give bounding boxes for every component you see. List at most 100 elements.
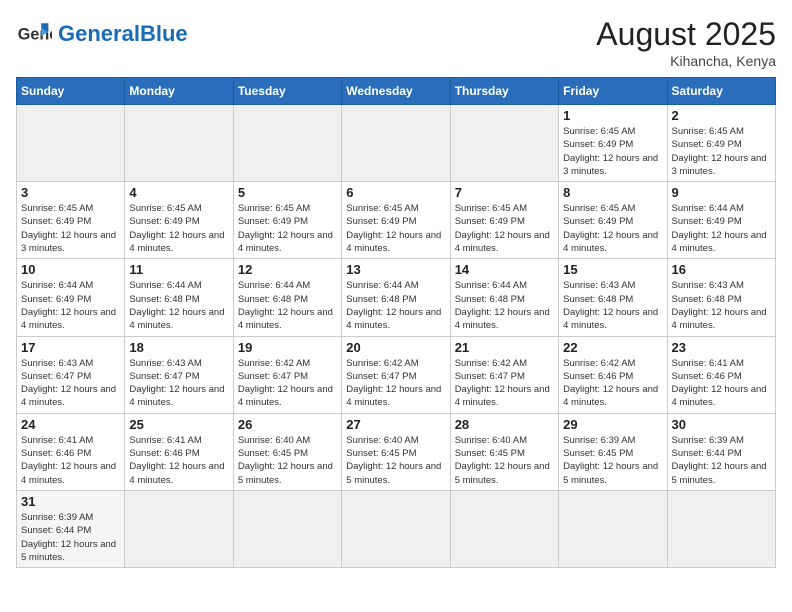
day-info: Sunrise: 6:45 AM Sunset: 6:49 PM Dayligh… <box>563 202 662 255</box>
day-number: 13 <box>346 262 445 277</box>
calendar-cell: 20Sunrise: 6:42 AM Sunset: 6:47 PM Dayli… <box>342 336 450 413</box>
day-info: Sunrise: 6:43 AM Sunset: 6:48 PM Dayligh… <box>672 279 771 332</box>
day-number: 18 <box>129 340 228 355</box>
calendar-cell: 10 Sunrise: 6:44 AM Sunset: 6:49 PM Dayli… <box>17 259 125 336</box>
day-info: Sunrise: 6:41 AM Sunset: 6:46 PM Dayligh… <box>21 434 120 487</box>
calendar-week-2: 3 Sunrise: 6:45 AM Sunset: 6:49 PM Daylig… <box>17 182 776 259</box>
calendar-cell: 8 Sunrise: 6:45 AM Sunset: 6:49 PM Daylig… <box>559 182 667 259</box>
day-info: Sunrise: 6:42 AM Sunset: 6:47 PM Dayligh… <box>346 357 445 410</box>
day-number: 29 <box>563 417 662 432</box>
calendar-cell: 21 Sunrise: 6:42 AM Sunset: 6:47 PM Dayli… <box>450 336 558 413</box>
day-number: 31 <box>21 494 120 509</box>
calendar-cell: 18 Sunrise: 6:43 AM Sunset: 6:47 PM Dayli… <box>125 336 233 413</box>
calendar-cell: 17Sunrise: 6:43 AM Sunset: 6:47 PM Dayli… <box>17 336 125 413</box>
calendar-cell: 14Sunrise: 6:44 AM Sunset: 6:48 PM Dayli… <box>450 259 558 336</box>
day-info: Sunrise: 6:45 AM Sunset: 6:49 PM Dayligh… <box>563 125 662 178</box>
calendar-cell: 24 Sunrise: 6:41 AM Sunset: 6:46 PM Dayli… <box>17 413 125 490</box>
calendar-week-6: 31Sunrise: 6:39 AM Sunset: 6:44 PM Dayli… <box>17 490 776 567</box>
day-number: 23 <box>672 340 771 355</box>
day-info: Sunrise: 6:45 AM Sunset: 6:49 PM Dayligh… <box>455 202 554 255</box>
day-info: Sunrise: 6:44 AM Sunset: 6:49 PM Dayligh… <box>21 279 120 332</box>
day-info: Sunrise: 6:42 AM Sunset: 6:47 PM Dayligh… <box>455 357 554 410</box>
day-info: Sunrise: 6:45 AM Sunset: 6:49 PM Dayligh… <box>238 202 337 255</box>
day-number: 3 <box>21 185 120 200</box>
day-number: 4 <box>129 185 228 200</box>
calendar-cell: 22Sunrise: 6:42 AM Sunset: 6:46 PM Dayli… <box>559 336 667 413</box>
calendar-header-row: SundayMondayTuesdayWednesdayThursdayFrid… <box>17 78 776 105</box>
day-number: 21 <box>455 340 554 355</box>
day-number: 12 <box>238 262 337 277</box>
day-info: Sunrise: 6:44 AM Sunset: 6:48 PM Dayligh… <box>238 279 337 332</box>
calendar-cell <box>450 105 558 182</box>
calendar-cell <box>125 105 233 182</box>
day-number: 6 <box>346 185 445 200</box>
calendar-cell: 7Sunrise: 6:45 AM Sunset: 6:49 PM Daylig… <box>450 182 558 259</box>
calendar-table: SundayMondayTuesdayWednesdayThursdayFrid… <box>16 77 776 568</box>
calendar-cell <box>17 105 125 182</box>
day-number: 27 <box>346 417 445 432</box>
calendar-cell: 15 Sunrise: 6:43 AM Sunset: 6:48 PM Dayli… <box>559 259 667 336</box>
calendar-cell: 29Sunrise: 6:39 AM Sunset: 6:45 PM Dayli… <box>559 413 667 490</box>
calendar-cell: 5 Sunrise: 6:45 AM Sunset: 6:49 PM Daylig… <box>233 182 341 259</box>
title-block: August 2025 Kihancha, Kenya <box>596 16 776 69</box>
calendar-week-5: 24 Sunrise: 6:41 AM Sunset: 6:46 PM Dayli… <box>17 413 776 490</box>
day-info: Sunrise: 6:40 AM Sunset: 6:45 PM Dayligh… <box>238 434 337 487</box>
day-number: 14 <box>455 262 554 277</box>
day-header-tuesday: Tuesday <box>233 78 341 105</box>
day-info: Sunrise: 6:39 AM Sunset: 6:44 PM Dayligh… <box>672 434 771 487</box>
day-number: 15 <box>563 262 662 277</box>
day-info: Sunrise: 6:41 AM Sunset: 6:46 PM Dayligh… <box>129 434 228 487</box>
day-number: 8 <box>563 185 662 200</box>
calendar-cell: 1 Sunrise: 6:45 AM Sunset: 6:49 PM Daylig… <box>559 105 667 182</box>
calendar-cell <box>342 490 450 567</box>
day-info: Sunrise: 6:45 AM Sunset: 6:49 PM Dayligh… <box>129 202 228 255</box>
calendar-cell: 11Sunrise: 6:44 AM Sunset: 6:48 PM Dayli… <box>125 259 233 336</box>
day-number: 24 <box>21 417 120 432</box>
calendar-cell: 28 Sunrise: 6:40 AM Sunset: 6:45 PM Dayli… <box>450 413 558 490</box>
day-info: Sunrise: 6:43 AM Sunset: 6:48 PM Dayligh… <box>563 279 662 332</box>
day-info: Sunrise: 6:45 AM Sunset: 6:49 PM Dayligh… <box>21 202 120 255</box>
calendar-cell: 13Sunrise: 6:44 AM Sunset: 6:48 PM Dayli… <box>342 259 450 336</box>
day-number: 5 <box>238 185 337 200</box>
page-header: General GeneralBlue August 2025 Kihancha… <box>16 16 776 69</box>
day-info: Sunrise: 6:43 AM Sunset: 6:47 PM Dayligh… <box>129 357 228 410</box>
calendar-cell: 23 Sunrise: 6:41 AM Sunset: 6:46 PM Dayli… <box>667 336 775 413</box>
day-number: 19 <box>238 340 337 355</box>
day-number: 30 <box>672 417 771 432</box>
day-info: Sunrise: 6:41 AM Sunset: 6:46 PM Dayligh… <box>672 357 771 410</box>
calendar-cell: 2Sunrise: 6:45 AM Sunset: 6:49 PM Daylig… <box>667 105 775 182</box>
calendar-cell <box>559 490 667 567</box>
calendar-cell: 4 Sunrise: 6:45 AM Sunset: 6:49 PM Daylig… <box>125 182 233 259</box>
calendar-cell: 3 Sunrise: 6:45 AM Sunset: 6:49 PM Daylig… <box>17 182 125 259</box>
logo: General GeneralBlue <box>16 16 188 52</box>
day-number: 2 <box>672 108 771 123</box>
day-number: 28 <box>455 417 554 432</box>
day-info: Sunrise: 6:43 AM Sunset: 6:47 PM Dayligh… <box>21 357 120 410</box>
calendar-cell <box>667 490 775 567</box>
calendar-week-3: 10 Sunrise: 6:44 AM Sunset: 6:49 PM Dayli… <box>17 259 776 336</box>
calendar-cell <box>233 490 341 567</box>
day-number: 16 <box>672 262 771 277</box>
calendar-cell: 30 Sunrise: 6:39 AM Sunset: 6:44 PM Dayli… <box>667 413 775 490</box>
calendar-cell: 9Sunrise: 6:44 AM Sunset: 6:49 PM Daylig… <box>667 182 775 259</box>
day-number: 10 <box>21 262 120 277</box>
day-number: 9 <box>672 185 771 200</box>
calendar-week-1: 1 Sunrise: 6:45 AM Sunset: 6:49 PM Daylig… <box>17 105 776 182</box>
day-info: Sunrise: 6:40 AM Sunset: 6:45 PM Dayligh… <box>346 434 445 487</box>
calendar-week-4: 17Sunrise: 6:43 AM Sunset: 6:47 PM Dayli… <box>17 336 776 413</box>
location-subtitle: Kihancha, Kenya <box>596 53 776 69</box>
logo-text: GeneralBlue <box>58 23 188 45</box>
day-header-sunday: Sunday <box>17 78 125 105</box>
day-number: 26 <box>238 417 337 432</box>
day-header-monday: Monday <box>125 78 233 105</box>
day-number: 22 <box>563 340 662 355</box>
day-header-saturday: Saturday <box>667 78 775 105</box>
day-number: 1 <box>563 108 662 123</box>
calendar-cell <box>450 490 558 567</box>
calendar-cell: 16 Sunrise: 6:43 AM Sunset: 6:48 PM Dayli… <box>667 259 775 336</box>
day-header-friday: Friday <box>559 78 667 105</box>
calendar-cell: 31Sunrise: 6:39 AM Sunset: 6:44 PM Dayli… <box>17 490 125 567</box>
day-info: Sunrise: 6:40 AM Sunset: 6:45 PM Dayligh… <box>455 434 554 487</box>
calendar-cell <box>125 490 233 567</box>
day-info: Sunrise: 6:42 AM Sunset: 6:47 PM Dayligh… <box>238 357 337 410</box>
